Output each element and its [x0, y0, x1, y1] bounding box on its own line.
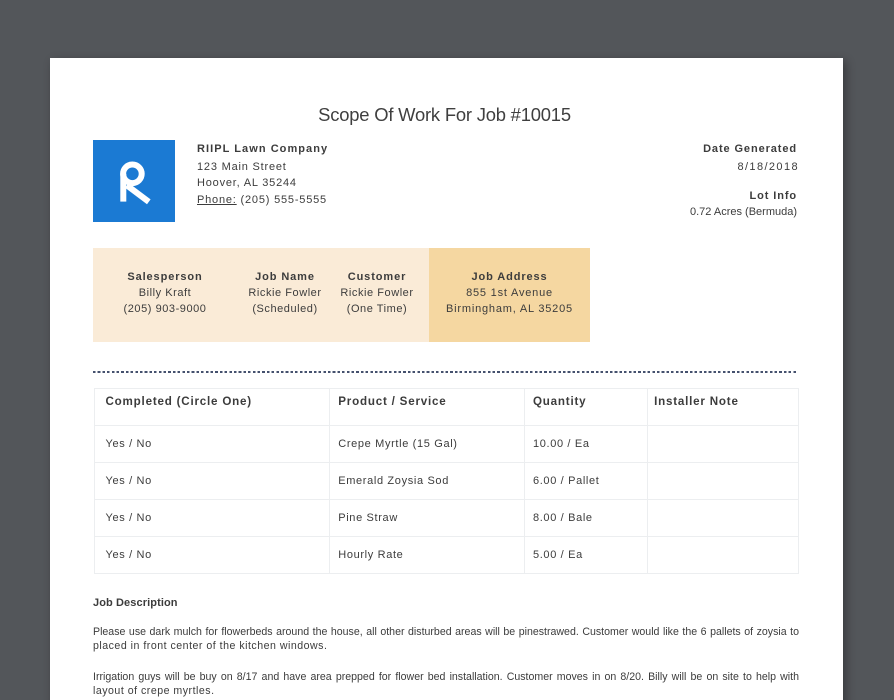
note-cell [647, 425, 799, 463]
job-description-section: Job Description Please use dark mulch fo… [93, 596, 799, 699]
column-value: Rickie Fowler [248, 287, 322, 300]
column-value: 855 1st Avenue [466, 287, 553, 300]
quantity-cell: 6.00 / Pallet [523, 462, 649, 500]
quantity-cell: 5.00 / Ea [523, 536, 649, 574]
column-label: Job Address [471, 271, 548, 283]
column-label: Customer [347, 271, 407, 283]
document-header: RIIPL Lawn Company 123 Main Street Hoove… [93, 140, 799, 222]
column-value: Birmingham, AL 35205 [446, 303, 573, 316]
company-info: RIIPL Lawn Company 123 Main Street Hoove… [197, 140, 328, 222]
column-value: (Scheduled) [252, 303, 318, 316]
quantity-cell: 10.00 / Ea [523, 425, 649, 463]
completed-cell: Yes / No [93, 499, 331, 537]
date-generated-label: Date Generated [703, 142, 797, 155]
company-name: RIIPL Lawn Company [197, 142, 329, 155]
phone-label: Phone: [197, 193, 237, 206]
paragraph-line: layout of crepe myrtles. [93, 685, 215, 698]
date-generated-value: 8/18/2018 [737, 160, 799, 173]
description-paragraph: Irrigation guys will be buy on 8/17 and … [93, 670, 799, 699]
col-header-quantity: Quantity [523, 388, 649, 426]
company-logo-icon [93, 140, 175, 222]
paragraph-line: Irrigation guys will be buy on 8/17 and … [93, 670, 799, 683]
dashed-divider [93, 371, 797, 373]
quantity-cell: 8.00 / Bale [523, 499, 649, 537]
work-items-table: Completed (Circle One) Product / Service… [93, 388, 799, 574]
table-row: Yes / No Pine Straw 8.00 / Bale [93, 499, 799, 537]
table-row: Yes / No Crepe Myrtle (15 Gal) 10.00 / E… [93, 425, 799, 463]
page-title: Scope Of Work For Job #10015 [318, 104, 571, 125]
column-value: Billy Kraft [138, 287, 192, 300]
completed-cell: Yes / No [93, 536, 331, 574]
salesperson-column: Salesperson Billy Kraft (205) 903-9000 [93, 248, 237, 342]
document-meta: Date Generated 8/18/2018 Lot Info 0.72 A… [690, 140, 799, 222]
note-cell [647, 499, 799, 537]
product-cell: Crepe Myrtle (15 Gal) [329, 425, 525, 463]
job-description-heading: Job Description [93, 597, 178, 609]
company-street: 123 Main Street [197, 160, 287, 173]
col-header-note: Installer Note [647, 388, 799, 426]
note-cell [647, 536, 799, 574]
col-header-completed: Completed (Circle One) [93, 388, 331, 426]
col-header-product: Product / Service [329, 388, 525, 426]
paragraph-line: Please use dark mulch for flowerbeds aro… [93, 625, 799, 638]
lot-info-label: Lot Info [749, 189, 797, 202]
document-viewer: { "document": { "title": "Scope Of Work … [0, 0, 894, 700]
job-address-column: Job Address 855 1st Avenue Birmingham, A… [429, 247, 590, 342]
description-paragraph: Please use dark mulch for flowerbeds aro… [93, 625, 799, 654]
product-cell: Emerald Zoysia Sod [329, 462, 525, 500]
completed-cell: Yes / No [93, 425, 331, 463]
table-row: Yes / No Hourly Rate 5.00 / Ea [93, 536, 799, 574]
product-cell: Pine Straw [329, 499, 525, 537]
customer-column: Customer Rickie Fowler (One Time) [333, 248, 421, 342]
document-page: Scope Of Work For Job #10015 RIIPL Lawn … [50, 58, 843, 700]
table-row: Yes / No Emerald Zoysia Sod 6.00 / Palle… [93, 462, 799, 500]
phone-value: (205) 555-5555 [240, 193, 327, 206]
lot-info-value: 0.72 Acres (Bermuda) [690, 206, 797, 219]
product-cell: Hourly Rate [329, 536, 525, 574]
column-value: Rickie Fowler [340, 287, 414, 300]
company-city: Hoover, AL 35244 [197, 177, 297, 190]
completed-cell: Yes / No [93, 462, 331, 500]
meta-spacer [690, 175, 797, 188]
column-label: Salesperson [127, 271, 203, 283]
column-value: (205) 903-9000 [123, 303, 207, 316]
job-info-band: Salesperson Billy Kraft (205) 903-9000 J… [93, 247, 590, 342]
column-value: (One Time) [346, 303, 408, 316]
company-phone: Phone: (205) 555-5555 [197, 192, 328, 208]
job-name-column: Job Name Rickie Fowler (Scheduled) [237, 248, 333, 342]
note-cell [647, 462, 799, 500]
paragraph-line: placed in front center of the kitchen wi… [93, 639, 328, 652]
column-label: Job Name [255, 271, 315, 283]
table-header-row: Completed (Circle One) Product / Service… [93, 388, 799, 426]
